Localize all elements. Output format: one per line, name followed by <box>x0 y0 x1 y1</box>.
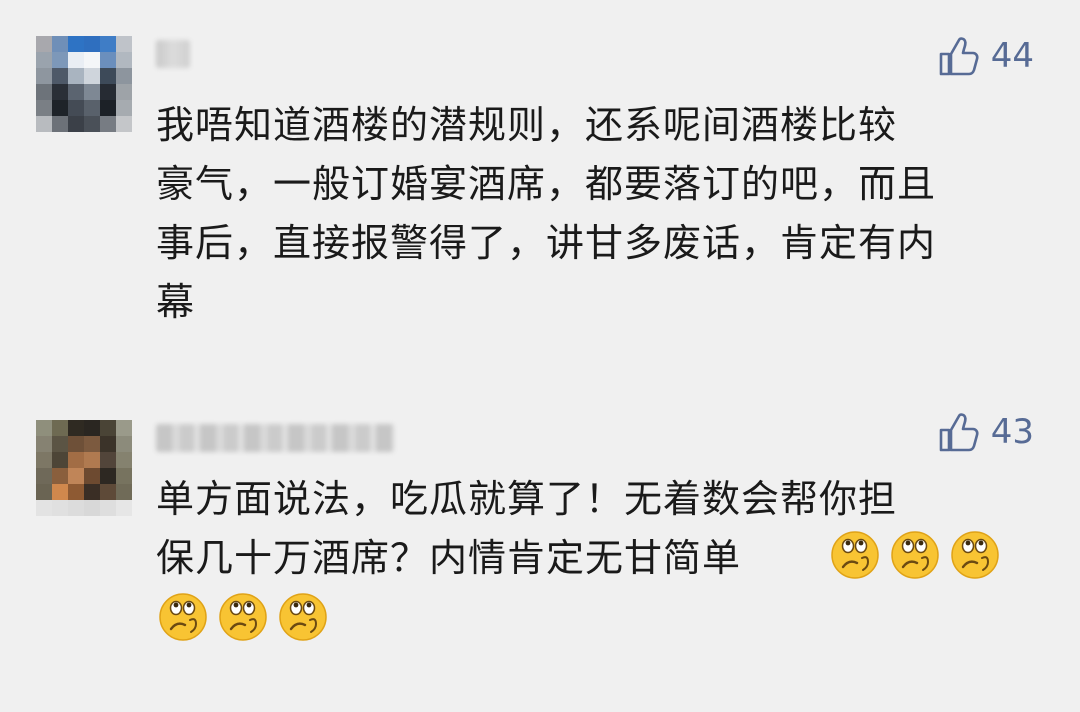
like-button[interactable]: 43 <box>937 410 1034 454</box>
thinking-face-emoji <box>219 593 267 641</box>
emoji-group <box>158 592 328 642</box>
like-count: 43 <box>990 412 1034 452</box>
thinking-face-emoji <box>831 531 879 579</box>
comment-item: 43 单方面说法，吃瓜就算了！无着数会帮你担 保几十万酒席？内情肯定无甘简单 <box>0 380 1080 712</box>
emoji-group <box>830 530 1000 580</box>
author-name[interactable] <box>156 40 190 68</box>
thinking-face-emoji <box>159 593 207 641</box>
thinking-face-emoji <box>279 593 327 641</box>
comment-text: 我唔知道酒楼的潜规则，还系呢间酒楼比较 豪气，一般订婚宴酒席，都要落订的吧，而且… <box>156 103 937 324</box>
thumbs-up-icon <box>939 37 979 76</box>
thumbs-up-icon <box>939 413 979 452</box>
like-count: 44 <box>990 36 1034 76</box>
like-button[interactable]: 44 <box>937 34 1034 78</box>
thinking-face-emoji <box>951 531 999 579</box>
author-name[interactable] <box>156 424 394 452</box>
avatar[interactable] <box>36 36 132 132</box>
thinking-face-emoji <box>891 531 939 579</box>
comment-item: 44 我唔知道酒楼的潜规则，还系呢间酒楼比较 豪气，一般订婚宴酒席，都要落订的吧… <box>0 0 1080 380</box>
avatar[interactable] <box>36 420 132 516</box>
